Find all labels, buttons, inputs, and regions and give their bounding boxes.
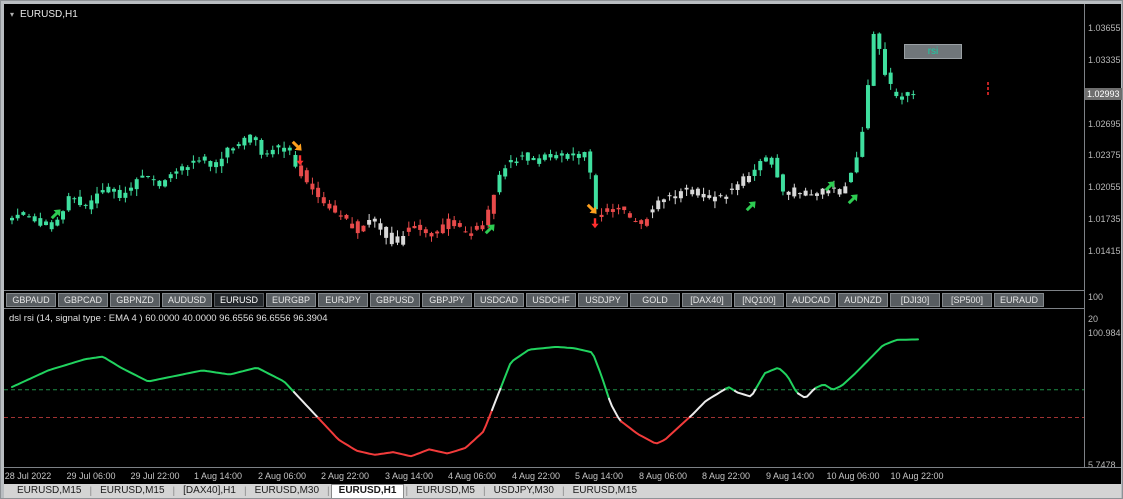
time-label-8: 4 Aug 22:00 [511,471,561,481]
tab-eurusd-m15-1[interactable]: EURUSD,M15 [93,484,171,498]
indicator-title: dsl rsi (14, signal type : EMA 4 ) 60.00… [9,313,328,324]
symbol-button-eurgbp[interactable]: EURGBP [266,292,316,307]
buy-arrow-icon [484,224,495,235]
current-price-label: 1.02993 [1085,88,1122,101]
time-label-13: 10 Aug 06:00 [826,471,880,481]
symbol-button-usdcad[interactable]: USDCAD [474,292,524,307]
tab-eurusd-m30-3[interactable]: EURUSD,M30 [248,484,326,498]
sell-arrow-icon [591,218,599,229]
price-scale[interactable]: 1.03655 1.03335 1.02695 1.02375 1.02055 1.017… [1084,4,1123,470]
candles [10,31,916,247]
chart-symbol-period-label: EURUSD,H1 [20,9,78,20]
tab-eurusd-m15-7[interactable]: EURUSD,M15 [566,484,644,498]
symbol-button-audnzd[interactable]: AUDNZD [838,292,888,307]
time-label-5: 2 Aug 22:00 [320,471,370,481]
symbol-button-dji30[interactable]: [DJI30] [890,292,940,307]
symbol-button-gold[interactable]: GOLD [630,292,680,307]
indicator-scale-100: 100 [1088,292,1104,302]
price-label-5: 1.01735 [1088,213,1121,224]
symbol-button-row: GBPAUD GBPCAD GBPNZD AUDUSD EURUSD EURGBP EURJ… [4,291,1084,308]
time-label-1: 29 Jul 06:00 [66,471,116,481]
rsi-indicator-chart[interactable] [4,309,1084,467]
time-label-3: 1 Aug 14:00 [193,471,243,481]
warn-arrow-icon [291,140,302,151]
collapse-icon[interactable]: ▾ [10,10,14,19]
symbol-button-gbpusd[interactable]: GBPUSD [370,292,420,307]
tab-eurusd-h1-4[interactable]: EURUSD,H1 [330,483,405,498]
symbol-button-sp500[interactable]: [SP500] [942,292,992,307]
time-axis[interactable]: 28 Jul 2022 29 Jul 06:00 29 Jul 22:00 1 Aug… [4,467,1121,484]
time-label-2: 29 Jul 22:00 [130,471,180,481]
symbol-button-eurusd[interactable]: EURUSD [214,292,264,307]
time-label-6: 3 Aug 14:00 [384,471,434,481]
time-label-11: 8 Aug 22:00 [701,471,751,481]
time-label-12: 9 Aug 14:00 [765,471,815,481]
time-label-14: 10 Aug 22:00 [890,471,944,481]
price-label-4: 1.02055 [1088,182,1121,193]
symbol-button-nq100[interactable]: [NQ100] [734,292,784,307]
symbol-button-dax40[interactable]: [DAX40] [682,292,732,307]
symbol-button-usdchf[interactable]: USDCHF [526,292,576,307]
mt4-window: ▾ EURUSD,H1 rsi GBPAUD GBPCAD GBPNZD AUDUSD… [0,0,1123,499]
chart-tab-bar: EURUSD,M15 | EURUSD,M15 | [DAX40],H1 | EURUSD,… [4,483,1121,498]
tab-eurusd-m15-0[interactable]: EURUSD,M15 [10,484,88,498]
symbol-button-audcad[interactable]: AUDCAD [786,292,836,307]
symbol-button-usdjpy[interactable]: USDJPY [578,292,628,307]
time-label-10: 8 Aug 06:00 [638,471,688,481]
symbol-button-euraud[interactable]: EURAUD [994,292,1044,307]
symbol-button-gbpjpy[interactable]: GBPJPY [422,292,472,307]
price-label-6: 1.01415 [1088,245,1121,256]
price-label-2: 1.02695 [1088,118,1121,129]
rsi-line [11,338,919,458]
indicator-pane[interactable]: dsl rsi (14, signal type : EMA 4 ) 60.00… [4,308,1084,467]
rsi-overlay-button[interactable]: rsi [904,44,962,59]
chart-title: ▾ EURUSD,H1 [10,9,78,20]
symbol-button-audusd[interactable]: AUDUSD [162,292,212,307]
tab-eurusd-m5-5[interactable]: EURUSD,M5 [409,484,482,498]
sell-arrow-icon [296,155,304,166]
symbol-button-eurjpy[interactable]: EURJPY [318,292,368,307]
price-chart-pane[interactable]: ▾ EURUSD,H1 rsi [4,4,1084,291]
buy-arrow-icon [847,194,858,205]
time-label-9: 5 Aug 14:00 [574,471,624,481]
rsi-scale-max: 100.9845 [1088,328,1123,339]
tab-dax40-h1-2[interactable]: [DAX40],H1 [176,484,243,498]
time-label-7: 4 Aug 06:00 [447,471,497,481]
indicator-scale-20: 20 [1088,314,1099,324]
price-label-0: 1.03655 [1088,23,1121,34]
price-label-1: 1.03335 [1088,55,1121,66]
buy-arrow-icon [745,201,756,212]
tab-usdjpy-m30-6[interactable]: USDJPY,M30 [487,484,561,498]
time-label-0: 28 Jul 2022 [4,471,52,481]
symbol-button-gbpnzd[interactable]: GBPNZD [110,292,160,307]
symbol-button-gbpcad[interactable]: GBPCAD [58,292,108,307]
time-label-4: 2 Aug 06:00 [257,471,307,481]
price-label-3: 1.02375 [1088,150,1121,161]
symbol-button-gbpaud[interactable]: GBPAUD [6,292,56,307]
